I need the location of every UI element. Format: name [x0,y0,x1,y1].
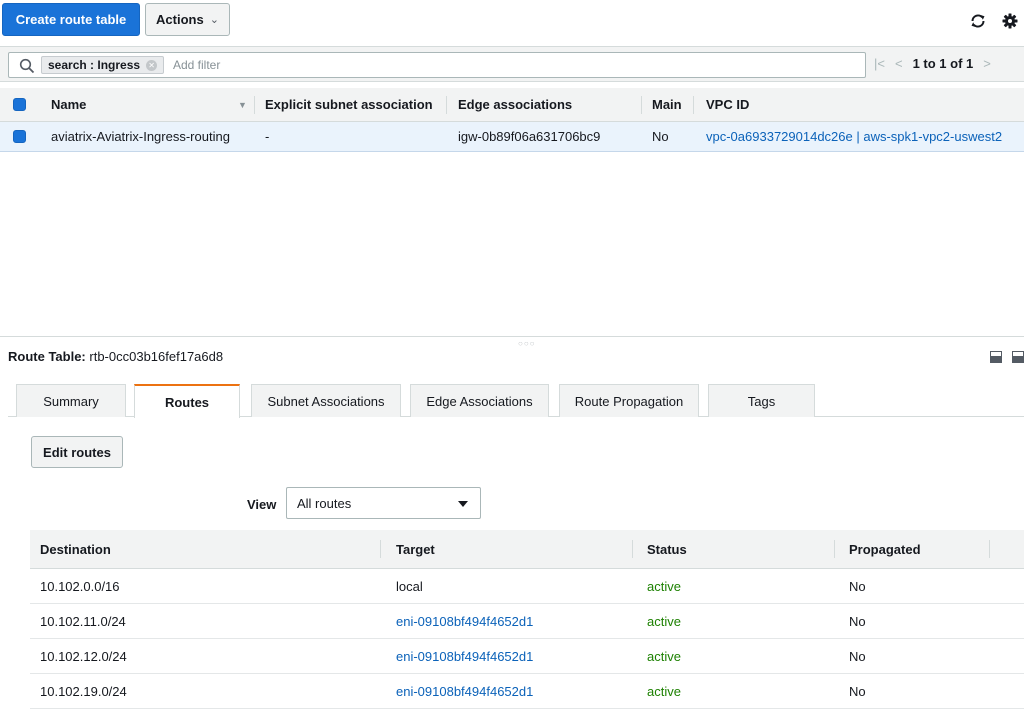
add-filter-placeholder[interactable]: Add filter [173,58,220,72]
column-header-destination[interactable]: Destination [40,530,111,568]
filter-token[interactable]: search : Ingress ✕ [41,56,165,74]
route-status: active [647,578,681,594]
route-destination: 10.102.19.0/24 [40,683,127,699]
route-propagated: No [849,683,866,699]
table-row: 10.102.19.0/24 eni-09108bf494f4652d1 act… [30,674,1024,709]
route-table-title: Route Table: rtb-0cc03b16fef17a6d8 [8,349,223,364]
search-icon [19,58,35,74]
drag-handle-icon[interactable]: ○○○ [518,339,536,348]
table-row: 10.102.11.0/24 eni-09108bf494f4652d1 act… [30,604,1024,639]
close-icon[interactable]: ✕ [146,59,158,71]
route-destination: 10.102.11.0/24 [40,613,126,629]
column-header-edge[interactable]: Edge associations [458,88,572,121]
table-row[interactable]: aviatrix-Aviatrix-Ingress-routing - igw-… [0,122,1024,152]
column-header-propagated[interactable]: Propagated [849,530,921,568]
table-row: 10.102.12.0/24 eni-09108bf494f4652d1 act… [30,639,1024,674]
column-header-vpc[interactable]: VPC ID [706,88,749,121]
route-destination: 10.102.0.0/16 [40,578,120,594]
sort-icon[interactable]: ▼ [238,100,247,110]
select-all-checkbox[interactable] [13,98,26,111]
panel-splitter[interactable] [0,336,1024,337]
tab-route-propagation[interactable]: Route Propagation [559,384,699,417]
panel-layout-bottom-icon[interactable] [990,351,1002,363]
tab-routes[interactable]: Routes [134,384,240,418]
route-propagated: No [849,613,866,629]
route-table-title-label: Route Table: [8,349,86,364]
view-select[interactable]: All routes [286,487,481,519]
tab-subnet-associations[interactable]: Subnet Associations [251,384,401,417]
route-status: active [647,683,681,699]
tab-edge-associations[interactable]: Edge Associations [410,384,549,417]
tab-tags[interactable]: Tags [708,384,815,417]
subnet-association: - [265,129,270,144]
row-checkbox[interactable] [13,130,26,143]
filter-bar: search : Ingress ✕ Add filter |< < 1 to … [0,46,1024,82]
pagination: |< < 1 to 1 of 1 > [874,56,991,71]
route-status: active [647,613,681,629]
filter-token-label: search : Ingress [48,58,141,72]
pagination-text: 1 to 1 of 1 [912,56,974,71]
view-select-value: All routes [297,495,352,511]
view-label: View [247,497,277,512]
search-input[interactable]: search : Ingress ✕ Add filter [8,52,866,78]
route-table-name: aviatrix-Aviatrix-Ingress-routing [51,129,230,144]
refresh-icon[interactable] [969,12,987,30]
route-target-link[interactable]: eni-09108bf494f4652d1 [396,639,533,673]
table-header-row: Name ▼ Explicit subnet association Edge … [0,88,1024,122]
column-header-status[interactable]: Status [647,530,687,568]
vpc-id-link[interactable]: vpc-0a6933729014dc26e | aws-spk1-vpc2-us… [706,122,1002,151]
route-target: local [396,578,423,594]
tab-summary[interactable]: Summary [16,384,126,417]
first-page-icon[interactable]: |< [874,56,885,71]
route-destination: 10.102.12.0/24 [40,648,127,664]
route-table-id: rtb-0cc03b16fef17a6d8 [89,349,224,364]
column-header-name[interactable]: Name [51,88,86,121]
chevron-down-icon: ⌄ [209,14,219,26]
column-header-subnet[interactable]: Explicit subnet association [265,88,439,121]
column-header-target[interactable]: Target [396,530,435,568]
actions-dropdown-button[interactable]: Actions ⌄ [145,3,230,36]
route-target-link[interactable]: eni-09108bf494f4652d1 [396,604,533,638]
edge-association: igw-0b89f06a631706bc9 [458,129,601,144]
route-propagated: No [849,578,866,594]
actions-label: Actions [156,12,204,27]
next-page-icon[interactable]: > [983,56,991,71]
edit-routes-button[interactable]: Edit routes [31,436,123,468]
create-route-table-button[interactable]: Create route table [2,3,140,36]
main-value: No [652,129,669,144]
route-propagated: No [849,648,866,664]
table-row: 10.102.0.0/16 local active No [30,569,1024,604]
prev-page-icon[interactable]: < [895,56,903,71]
route-status: active [647,648,681,664]
panel-layout-split-icon[interactable] [1012,351,1024,363]
gear-icon[interactable] [1001,12,1019,30]
route-target-link[interactable]: eni-09108bf494f4652d1 [396,674,533,708]
caret-down-icon [458,501,468,507]
table-header-row: Destination Target Status Propagated [30,530,1024,569]
column-header-main[interactable]: Main [652,88,682,121]
